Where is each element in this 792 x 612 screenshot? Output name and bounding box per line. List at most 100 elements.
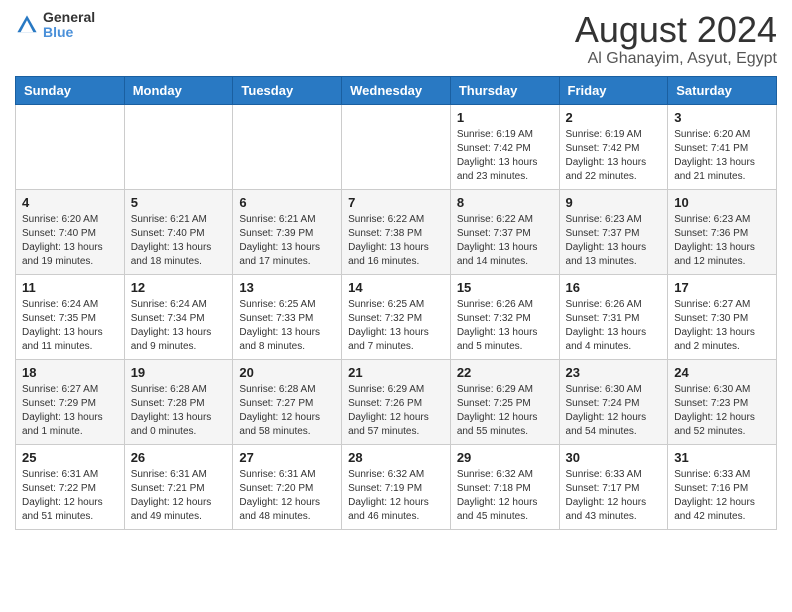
- day-number: 19: [131, 365, 227, 380]
- calendar-cell: 27 Sunrise: 6:31 AM Sunset: 7:20 PM Dayli…: [233, 444, 342, 529]
- calendar-week-row: 4Sunrise: 6:20 AM Sunset: 7:40 PM Daylig…: [16, 189, 777, 274]
- day-number: 26: [131, 450, 227, 465]
- calendar-cell: 26 Sunrise: 6:31 AM Sunset: 7:21 PM Dayli…: [124, 444, 233, 529]
- day-info: Sunrise: 6:23 AM Sunset: 7:37 PM Dayligh…: [566, 213, 662, 269]
- day-number: 30: [566, 450, 662, 465]
- calendar-cell: 20 Sunrise: 6:28 AM Sunset: 7:27 PM Dayli…: [233, 359, 342, 444]
- day-number: 13: [239, 280, 335, 295]
- logo-text: General Blue: [43, 10, 95, 41]
- logo: General Blue: [15, 10, 95, 41]
- calendar-cell: 17 Sunrise: 6:27 AM Sunset: 7:30 PM Dayli…: [668, 274, 777, 359]
- day-info: Sunrise: 6:31 AM Sunset: 7:21 PM Dayligh…: [131, 468, 227, 524]
- day-info: Sunrise: 6:22 AM Sunset: 7:38 PM Dayligh…: [348, 213, 444, 269]
- day-info: Sunrise: 6:19 AM Sunset: 7:42 PM Dayligh…: [566, 128, 662, 184]
- calendar-header-row: SundayMondayTuesdayWednesdayThursdayFrid…: [16, 76, 777, 104]
- day-number: 3: [674, 110, 770, 125]
- calendar-cell: 24Sunrise: 6:30 AM Sunset: 7:23 PM Dayli…: [668, 359, 777, 444]
- day-number: 27: [239, 450, 335, 465]
- day-number: 18: [22, 365, 118, 380]
- day-number: 28: [348, 450, 444, 465]
- day-info: Sunrise: 6:31 AM Sunset: 7:20 PM Dayligh…: [239, 468, 335, 524]
- day-info: Sunrise: 6:21 AM Sunset: 7:39 PM Dayligh…: [239, 213, 335, 269]
- calendar-cell: 7 Sunrise: 6:22 AM Sunset: 7:38 PM Daylig…: [342, 189, 451, 274]
- day-info: Sunrise: 6:33 AM Sunset: 7:16 PM Dayligh…: [674, 468, 770, 524]
- day-info: Sunrise: 6:28 AM Sunset: 7:28 PM Dayligh…: [131, 383, 227, 439]
- calendar-cell: 29Sunrise: 6:32 AM Sunset: 7:18 PM Dayli…: [450, 444, 559, 529]
- day-number: 15: [457, 280, 553, 295]
- day-info: Sunrise: 6:29 AM Sunset: 7:26 PM Dayligh…: [348, 383, 444, 439]
- day-number: 12: [131, 280, 227, 295]
- calendar-week-row: 1Sunrise: 6:19 AM Sunset: 7:42 PM Daylig…: [16, 104, 777, 189]
- calendar-cell: [233, 104, 342, 189]
- day-number: 17: [674, 280, 770, 295]
- day-number: 5: [131, 195, 227, 210]
- location-title: Al Ghanayim, Asyut, Egypt: [575, 50, 777, 68]
- calendar-week-row: 25 Sunrise: 6:31 AM Sunset: 7:22 PM Dayli…: [16, 444, 777, 529]
- day-number: 7: [348, 195, 444, 210]
- day-number: 23: [566, 365, 662, 380]
- calendar-cell: 12 Sunrise: 6:24 AM Sunset: 7:34 PM Dayli…: [124, 274, 233, 359]
- day-info: Sunrise: 6:33 AM Sunset: 7:17 PM Dayligh…: [566, 468, 662, 524]
- day-info: Sunrise: 6:29 AM Sunset: 7:25 PM Dayligh…: [457, 383, 553, 439]
- logo-line2: Blue: [43, 25, 95, 40]
- calendar-cell: 21 Sunrise: 6:29 AM Sunset: 7:26 PM Dayli…: [342, 359, 451, 444]
- day-info: Sunrise: 6:19 AM Sunset: 7:42 PM Dayligh…: [457, 128, 553, 184]
- day-number: 10: [674, 195, 770, 210]
- day-info: Sunrise: 6:24 AM Sunset: 7:35 PM Dayligh…: [22, 298, 118, 354]
- day-header-friday: Friday: [559, 76, 668, 104]
- day-info: Sunrise: 6:20 AM Sunset: 7:40 PM Dayligh…: [22, 213, 118, 269]
- day-info: Sunrise: 6:21 AM Sunset: 7:40 PM Dayligh…: [131, 213, 227, 269]
- day-number: 2: [566, 110, 662, 125]
- calendar-cell: 4Sunrise: 6:20 AM Sunset: 7:40 PM Daylig…: [16, 189, 125, 274]
- calendar-cell: 15 Sunrise: 6:26 AM Sunset: 7:32 PM Dayli…: [450, 274, 559, 359]
- calendar-cell: 16 Sunrise: 6:26 AM Sunset: 7:31 PM Dayli…: [559, 274, 668, 359]
- day-info: Sunrise: 6:30 AM Sunset: 7:23 PM Dayligh…: [674, 383, 770, 439]
- day-number: 31: [674, 450, 770, 465]
- day-info: Sunrise: 6:25 AM Sunset: 7:33 PM Dayligh…: [239, 298, 335, 354]
- day-header-sunday: Sunday: [16, 76, 125, 104]
- day-number: 20: [239, 365, 335, 380]
- calendar-cell: 10Sunrise: 6:23 AM Sunset: 7:36 PM Dayli…: [668, 189, 777, 274]
- day-info: Sunrise: 6:25 AM Sunset: 7:32 PM Dayligh…: [348, 298, 444, 354]
- day-number: 8: [457, 195, 553, 210]
- calendar-cell: 14 Sunrise: 6:25 AM Sunset: 7:32 PM Dayli…: [342, 274, 451, 359]
- day-info: Sunrise: 6:32 AM Sunset: 7:19 PM Dayligh…: [348, 468, 444, 524]
- calendar-cell: 9 Sunrise: 6:23 AM Sunset: 7:37 PM Daylig…: [559, 189, 668, 274]
- day-header-wednesday: Wednesday: [342, 76, 451, 104]
- calendar-cell: [124, 104, 233, 189]
- calendar-cell: 1Sunrise: 6:19 AM Sunset: 7:42 PM Daylig…: [450, 104, 559, 189]
- day-header-thursday: Thursday: [450, 76, 559, 104]
- calendar-table: SundayMondayTuesdayWednesdayThursdayFrid…: [15, 76, 777, 530]
- calendar-cell: 3Sunrise: 6:20 AM Sunset: 7:41 PM Daylig…: [668, 104, 777, 189]
- day-number: 22: [457, 365, 553, 380]
- calendar-cell: 2 Sunrise: 6:19 AM Sunset: 7:42 PM Daylig…: [559, 104, 668, 189]
- day-info: Sunrise: 6:31 AM Sunset: 7:22 PM Dayligh…: [22, 468, 118, 524]
- calendar-cell: 28 Sunrise: 6:32 AM Sunset: 7:19 PM Dayli…: [342, 444, 451, 529]
- logo-icon: [15, 13, 39, 37]
- day-info: Sunrise: 6:28 AM Sunset: 7:27 PM Dayligh…: [239, 383, 335, 439]
- page-header: General Blue August 2024 Al Ghanayim, As…: [15, 10, 777, 68]
- day-info: Sunrise: 6:26 AM Sunset: 7:31 PM Dayligh…: [566, 298, 662, 354]
- day-info: Sunrise: 6:27 AM Sunset: 7:30 PM Dayligh…: [674, 298, 770, 354]
- calendar-cell: 11Sunrise: 6:24 AM Sunset: 7:35 PM Dayli…: [16, 274, 125, 359]
- calendar-cell: 6 Sunrise: 6:21 AM Sunset: 7:39 PM Daylig…: [233, 189, 342, 274]
- day-info: Sunrise: 6:24 AM Sunset: 7:34 PM Dayligh…: [131, 298, 227, 354]
- calendar-week-row: 11Sunrise: 6:24 AM Sunset: 7:35 PM Dayli…: [16, 274, 777, 359]
- day-number: 21: [348, 365, 444, 380]
- day-number: 6: [239, 195, 335, 210]
- day-info: Sunrise: 6:32 AM Sunset: 7:18 PM Dayligh…: [457, 468, 553, 524]
- day-number: 9: [566, 195, 662, 210]
- calendar-cell: [16, 104, 125, 189]
- calendar-cell: 5 Sunrise: 6:21 AM Sunset: 7:40 PM Daylig…: [124, 189, 233, 274]
- day-number: 16: [566, 280, 662, 295]
- day-header-saturday: Saturday: [668, 76, 777, 104]
- calendar-cell: 30 Sunrise: 6:33 AM Sunset: 7:17 PM Dayli…: [559, 444, 668, 529]
- calendar-week-row: 18 Sunrise: 6:27 AM Sunset: 7:29 PM Dayli…: [16, 359, 777, 444]
- calendar-cell: 13 Sunrise: 6:25 AM Sunset: 7:33 PM Dayli…: [233, 274, 342, 359]
- day-header-monday: Monday: [124, 76, 233, 104]
- day-info: Sunrise: 6:30 AM Sunset: 7:24 PM Dayligh…: [566, 383, 662, 439]
- day-info: Sunrise: 6:27 AM Sunset: 7:29 PM Dayligh…: [22, 383, 118, 439]
- day-number: 14: [348, 280, 444, 295]
- day-info: Sunrise: 6:26 AM Sunset: 7:32 PM Dayligh…: [457, 298, 553, 354]
- day-number: 25: [22, 450, 118, 465]
